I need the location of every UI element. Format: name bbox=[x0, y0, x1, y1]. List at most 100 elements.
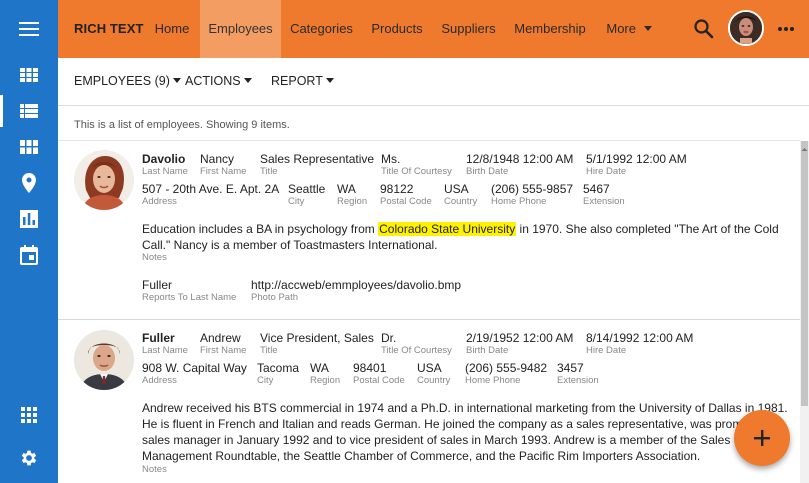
nav-more-label: More bbox=[606, 21, 636, 36]
field-last-name: Davolio Last Name bbox=[142, 152, 188, 177]
employees-menu[interactable]: EMPLOYEES (9) bbox=[74, 58, 181, 105]
field-address: 507 - 20th Ave. E. Apt. 2A Address bbox=[142, 182, 279, 207]
city-value: Seattle bbox=[288, 182, 326, 196]
field-title-of-courtesy: Dr. Title Of Courtesy bbox=[381, 331, 452, 356]
user-avatar[interactable] bbox=[728, 10, 764, 46]
actions-menu[interactable]: ACTIONS bbox=[185, 58, 252, 105]
city-label: City bbox=[257, 375, 274, 386]
birth-date-value: 2/19/1952 12:00 AM bbox=[466, 331, 574, 345]
highlighted-text: Colorado State University bbox=[378, 222, 517, 236]
field-country: USA Country bbox=[417, 361, 450, 386]
chevron-down-icon bbox=[325, 78, 334, 83]
report-menu[interactable]: REPORT bbox=[271, 58, 334, 105]
extension-label: Extension bbox=[557, 375, 599, 386]
home-phone-label: Home Phone bbox=[491, 196, 547, 207]
report-menu-label: REPORT bbox=[271, 74, 323, 88]
postal-code-value: 98401 bbox=[353, 361, 387, 375]
field-home-phone: (206) 555-9482 Home Phone bbox=[465, 361, 547, 386]
grid-icon[interactable] bbox=[0, 57, 58, 93]
chevron-down-icon bbox=[172, 78, 181, 83]
hire-date-label: Hire Date bbox=[586, 166, 627, 177]
postal-code-value: 98122 bbox=[380, 182, 414, 196]
nav-products[interactable]: Products bbox=[362, 0, 432, 58]
title-of-courtesy-value: Ms. bbox=[381, 152, 401, 166]
employees-menu-label: EMPLOYEES (9) bbox=[74, 74, 170, 88]
field-city: Seattle City bbox=[288, 182, 325, 207]
last-name-label: Last Name bbox=[142, 345, 188, 356]
add-button[interactable] bbox=[734, 410, 790, 466]
map-pin-icon[interactable] bbox=[0, 165, 58, 201]
notes-line-1: Education includes a BA in psychology fr… bbox=[142, 221, 782, 237]
reports-to-value: Fuller bbox=[142, 278, 173, 292]
nav-categories[interactable]: Categories bbox=[281, 0, 362, 58]
nav-more[interactable]: More bbox=[595, 0, 663, 58]
city-value: Tacoma bbox=[257, 361, 300, 375]
field-address: 908 W. Capital Way Address bbox=[142, 361, 247, 386]
list-icon[interactable] bbox=[0, 93, 58, 129]
top-app-bar: RICH TEXT Home Employees Categories Prod… bbox=[58, 0, 809, 58]
chevron-down-icon bbox=[643, 26, 652, 31]
notes-value: Education includes a BA in psychology fr… bbox=[142, 221, 782, 253]
extension-label: Extension bbox=[583, 196, 625, 207]
home-phone-value: (206) 555-9482 bbox=[465, 361, 548, 375]
nav-suppliers[interactable]: Suppliers bbox=[432, 0, 505, 58]
city-label: City bbox=[288, 196, 305, 207]
field-postal-code: 98122 Postal Code bbox=[380, 182, 432, 207]
last-name-label: Last Name bbox=[142, 166, 188, 177]
employee-record[interactable]: Davolio Last Name Nancy First Name Sales R… bbox=[58, 141, 800, 319]
notes-text: Education includes a BA in psychology fr… bbox=[142, 222, 379, 236]
nav-home[interactable]: Home bbox=[144, 0, 200, 58]
notes-text: in 1970. She also completed "The Art of … bbox=[516, 222, 779, 236]
country-label: Country bbox=[417, 375, 451, 386]
menu-icon[interactable] bbox=[0, 11, 58, 47]
field-region: WA Region bbox=[310, 361, 340, 386]
toolbar: EMPLOYEES (9) ACTIONS REPORT bbox=[58, 58, 809, 106]
extension-value: 3457 bbox=[557, 361, 584, 375]
country-label: Country bbox=[444, 196, 478, 207]
field-last-name: Fuller Last Name bbox=[142, 331, 188, 356]
last-name-value: Fuller bbox=[142, 331, 175, 345]
region-label: Region bbox=[310, 375, 341, 386]
home-phone-value: (206) 555-9857 bbox=[491, 182, 574, 196]
hire-date-value: 8/14/1992 12:00 AM bbox=[586, 331, 694, 345]
settings-icon[interactable] bbox=[0, 440, 58, 476]
actions-menu-label: ACTIONS bbox=[185, 74, 241, 88]
birth-date-value: 12/8/1948 12:00 AM bbox=[466, 152, 574, 166]
address-label: Address bbox=[142, 196, 177, 207]
field-region: WA Region bbox=[337, 182, 367, 207]
field-first-name: Nancy First Name bbox=[200, 152, 246, 177]
first-name-value: Andrew bbox=[200, 331, 241, 345]
field-postal-code: 98401 Postal Code bbox=[353, 361, 405, 386]
photo-path-value: http://accweb/emmployees/davolio.bmp bbox=[251, 278, 462, 292]
search-icon[interactable] bbox=[692, 17, 716, 41]
last-name-value: Davolio bbox=[142, 152, 186, 166]
employee-photo[interactable] bbox=[74, 330, 134, 390]
title-label: Title bbox=[260, 345, 278, 356]
region-label: Region bbox=[337, 196, 368, 207]
region-value: WA bbox=[337, 182, 356, 196]
title-value: Sales Representative bbox=[260, 152, 375, 166]
address-label: Address bbox=[142, 375, 177, 386]
apps-icon[interactable] bbox=[0, 397, 58, 433]
notes-line: sales manager in January 1992 and to vic… bbox=[142, 433, 731, 447]
side-rail bbox=[0, 0, 58, 483]
tiles-icon[interactable] bbox=[0, 129, 58, 165]
calendar-icon[interactable] bbox=[0, 237, 58, 273]
notes-line-2: Call." Nancy is a member of Toastmasters… bbox=[142, 238, 438, 252]
field-reports-to: Fuller Reports To Last Name bbox=[142, 278, 236, 303]
employee-record[interactable]: Fuller Last Name Andrew First Name Vice Pr… bbox=[58, 320, 800, 483]
app-brand: RICH TEXT bbox=[74, 21, 144, 36]
field-city: Tacoma City bbox=[257, 361, 299, 386]
scroll-up-arrow-icon[interactable] bbox=[800, 141, 809, 151]
field-first-name: Andrew First Name bbox=[200, 331, 246, 356]
postal-code-label: Postal Code bbox=[380, 196, 432, 207]
postal-code-label: Postal Code bbox=[353, 375, 405, 386]
scrollbar-thumb[interactable] bbox=[801, 141, 808, 406]
employee-photo[interactable] bbox=[74, 150, 134, 210]
field-country: USA Country bbox=[444, 182, 477, 207]
nav-membership[interactable]: Membership bbox=[505, 0, 595, 58]
more-vert-icon[interactable] bbox=[774, 16, 798, 42]
nav-employees[interactable]: Employees bbox=[200, 0, 281, 58]
bar-chart-icon[interactable] bbox=[0, 201, 58, 237]
notes-value: Andrew received his BTS commercial in 19… bbox=[142, 400, 802, 464]
